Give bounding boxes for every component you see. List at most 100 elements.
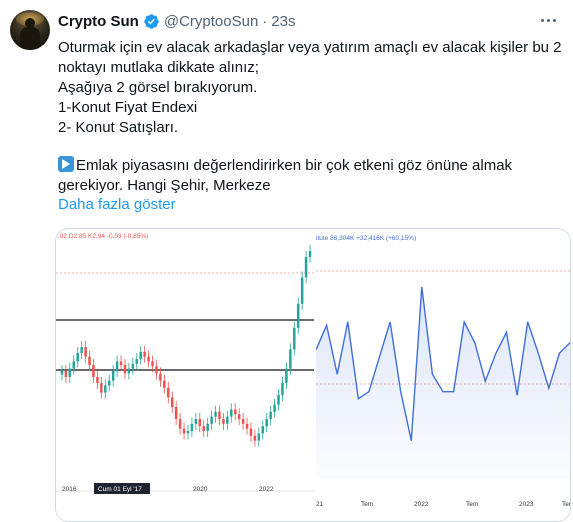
candle-body (163, 380, 166, 388)
candle-body (186, 431, 190, 434)
candle-body (308, 251, 312, 257)
candle-body (68, 368, 72, 377)
candle-body (202, 426, 205, 431)
candle-body (257, 433, 261, 441)
x-tick-label: Tem (562, 501, 570, 508)
candle-body (194, 419, 198, 424)
tweet-line: Oturmak için ev alacak arkadaşlar veya y… (58, 39, 562, 56)
candle-body (151, 361, 154, 367)
chart-header-label: itute 86,304K +32,416K (+60,15%) (316, 235, 416, 242)
avatar[interactable] (10, 10, 50, 50)
candle-body (285, 368, 288, 383)
verified-badge-icon (144, 13, 159, 29)
tweet-timestamp[interactable]: 23s (271, 13, 295, 30)
x-tick-label: 21 (316, 501, 324, 508)
candle-body (147, 356, 150, 362)
candle-body (178, 419, 182, 429)
candle-body (218, 411, 221, 419)
candle-body (226, 416, 229, 424)
avatar-figure-body (20, 27, 40, 50)
candle-body (170, 397, 174, 407)
media-grid: ,02 D2,85 K2,94 -0,03 (-0,85%) 2016 Cum … (55, 228, 571, 522)
candle-body (88, 356, 91, 365)
line-chart: itute 86,304K +32,416K (+60,15%) 21 Tem 20… (316, 229, 570, 521)
chart-header-label: ,02 D2,85 K2,94 -0,03 (-0,85%) (58, 233, 148, 240)
candle-body (76, 353, 79, 362)
more-options-icon[interactable] (537, 12, 559, 28)
candle-body (139, 351, 142, 359)
candle-body (100, 383, 103, 393)
candle-body (253, 435, 257, 441)
candle-body (230, 409, 233, 417)
tweet-line: gerekiyor. Hangi Şehir, Merkeze (58, 177, 271, 194)
media-image-price-index[interactable]: ,02 D2,85 K2,94 -0,03 (-0,85%) 2016 Cum … (56, 229, 314, 521)
right-arrow-emoji-icon (58, 156, 74, 172)
author-name[interactable]: Crypto Sun (58, 13, 139, 30)
candle-body (127, 368, 131, 374)
more-dot (546, 18, 550, 22)
candle-body (123, 365, 127, 374)
candle-body (92, 365, 95, 377)
x-tick-label: 2023 (519, 501, 534, 508)
candle-body (245, 423, 249, 429)
x-tick-label: 2016 (62, 486, 77, 493)
candle-body (111, 371, 115, 381)
x-tick-label: Tem (466, 501, 478, 508)
candle-body (60, 371, 64, 375)
candle-body (281, 383, 284, 395)
candle-body (214, 411, 217, 417)
candle-body (115, 361, 119, 371)
tweet-line: noktayı mutlaka dikkate alınız; (58, 59, 259, 76)
candle-body (72, 361, 76, 369)
candlestick-chart: ,02 D2,85 K2,94 -0,03 (-0,85%) 2016 Cum … (56, 229, 314, 521)
candle-body (265, 419, 268, 427)
candle-body (249, 428, 253, 436)
more-dot (552, 18, 556, 22)
candle-body (198, 419, 202, 427)
tweet-line-with-emoji: Emlak piyasasını değerlendirirken bir ço… (58, 156, 568, 176)
tweet-line: Emlak piyasasını değerlendirirken bir ço… (76, 157, 513, 174)
x-tick-label: 2020 (193, 486, 208, 493)
candle-body (155, 366, 158, 374)
x-tick-label: 2022 (414, 501, 429, 508)
header-separator: · (262, 12, 268, 30)
tweet-line: 1-Konut Fiyat Endexi (58, 99, 198, 116)
x-tick-label: Tem (361, 501, 373, 508)
candle-body (300, 277, 304, 304)
candle-body (206, 423, 209, 431)
candle-body (241, 419, 245, 424)
candle-body (222, 419, 225, 424)
show-more-link[interactable]: Daha fazla göster (58, 196, 176, 213)
candle-body (293, 327, 296, 350)
candle-body (167, 387, 170, 398)
tweet-header: Crypto Sun @CryptooSun · 23s (58, 11, 295, 31)
candle-body (174, 407, 178, 419)
candle-body (84, 347, 87, 357)
candle-body (131, 363, 135, 369)
candle-body (210, 416, 213, 424)
x-tick-label: 2022 (259, 486, 274, 493)
media-image-home-sales[interactable]: itute 86,304K +32,416K (+60,15%) 21 Tem 20… (316, 229, 570, 521)
candle-body (277, 395, 280, 405)
more-dot (540, 18, 544, 22)
candle-body (135, 359, 139, 364)
candle-body (104, 385, 107, 393)
candle-body (159, 373, 162, 381)
candle-body (261, 426, 265, 434)
candle-body (96, 377, 99, 383)
candle-body (119, 361, 123, 365)
author-handle[interactable]: @CryptooSun (164, 13, 258, 30)
tweet-line: 2- Konut Satışları. (58, 119, 179, 136)
candle-body (289, 349, 292, 369)
candle-body (80, 347, 83, 353)
candle-body (273, 404, 276, 412)
cursor-label: Cum 01 Eyl '17 (98, 486, 142, 493)
candle-body (233, 409, 237, 415)
candle-body (64, 371, 68, 377)
candle-body (304, 257, 308, 278)
candle-body (182, 428, 186, 434)
candle-body (269, 411, 272, 419)
candle-body (107, 380, 111, 386)
candle-body (237, 414, 241, 419)
